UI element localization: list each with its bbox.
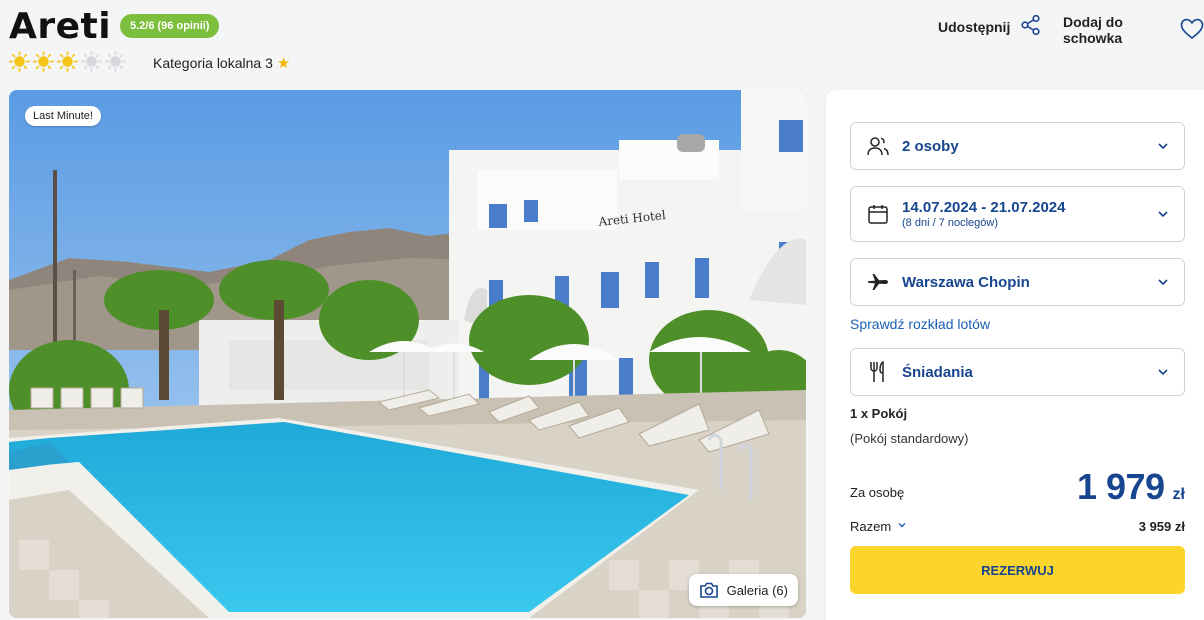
chevron-down-icon	[1156, 207, 1170, 221]
local-category-label: Kategoria lokalna 3	[153, 55, 273, 71]
flight-schedule-link[interactable]: Sprawdź rozkład lotów	[850, 316, 990, 332]
rating-badge[interactable]: 5.2/6 (96 opinii)	[120, 14, 220, 38]
favorite-label: Dodaj do schowka	[1063, 14, 1123, 46]
total-toggle[interactable]: Razem	[850, 519, 907, 534]
local-category: Kategoria lokalna 3 ★	[153, 54, 290, 72]
chevron-down-icon	[1156, 139, 1170, 153]
board-value: Śniadania	[902, 363, 973, 381]
heart-icon	[1180, 18, 1204, 43]
dates-value-wrapper: 14.07.2024 - 21.07.2024 (8 dni / 7 nocle…	[902, 199, 1156, 229]
currency: zł	[1172, 486, 1185, 503]
dates-select[interactable]: 14.07.2024 - 21.07.2024 (8 dni / 7 nocle…	[850, 186, 1185, 242]
total-label: Razem	[850, 519, 892, 534]
people-select[interactable]: 2 osoby	[850, 122, 1185, 170]
camera-icon	[699, 581, 719, 599]
room-count: 1 x Pokój	[850, 406, 908, 421]
add-to-favorites-button[interactable]: Dodaj do schowka	[1063, 14, 1204, 46]
share-label: Udostępnij	[938, 18, 1011, 35]
share-icon	[1020, 14, 1042, 39]
sun-icon	[9, 51, 30, 72]
departure-airport-select[interactable]: Warszawa Chopin	[850, 258, 1185, 306]
room-type: (Pokój standardowy)	[850, 431, 969, 446]
total-price: 3 959 zł	[1138, 519, 1185, 534]
people-value: 2 osoby	[902, 137, 959, 155]
share-button[interactable]: Udostępnij	[938, 14, 1042, 39]
per-person-price: 1 979 zł	[1077, 466, 1185, 508]
per-person-label: Za osobę	[850, 485, 905, 500]
chevron-down-icon	[1156, 365, 1170, 379]
dates-value: 14.07.2024 - 21.07.2024	[902, 199, 1066, 216]
per-person-amount: 1 979	[1076, 466, 1165, 507]
cutlery-icon	[866, 360, 890, 384]
hotel-photo-illustration: Areti Hotel	[9, 90, 806, 618]
gallery-button[interactable]: Galeria (6)	[688, 574, 798, 606]
people-icon	[866, 134, 890, 158]
sun-icon	[33, 51, 54, 72]
calendar-icon	[866, 202, 890, 226]
sun-icon	[81, 51, 102, 72]
last-minute-badge: Last Minute!	[25, 106, 101, 126]
sun-icon	[57, 51, 78, 72]
booking-card: 2 osoby 14.07.2024 - 21.07.2024 (8 dni /…	[826, 90, 1204, 620]
chevron-down-icon	[897, 520, 907, 533]
book-button[interactable]: REZERWUJ	[850, 546, 1185, 594]
star-icon: ★	[276, 55, 291, 72]
hotel-photo[interactable]: Areti Hotel Last Minute! Galeria (6)	[9, 90, 806, 618]
gallery-button-label: Galeria (6)	[726, 582, 788, 598]
sun-rating	[9, 51, 126, 72]
departure-airport-value: Warszawa Chopin	[902, 273, 1030, 291]
dates-duration: (8 dni / 7 noclegów)	[902, 217, 998, 229]
board-select[interactable]: Śniadania	[850, 348, 1185, 396]
sun-icon	[105, 51, 126, 72]
chevron-down-icon	[1156, 275, 1170, 289]
plane-icon	[866, 270, 890, 294]
hotel-name: Areti	[9, 6, 112, 47]
hotel-offer-page: Areti 5.2/6 (96 opinii) Kategoria lokaln…	[0, 0, 1204, 620]
